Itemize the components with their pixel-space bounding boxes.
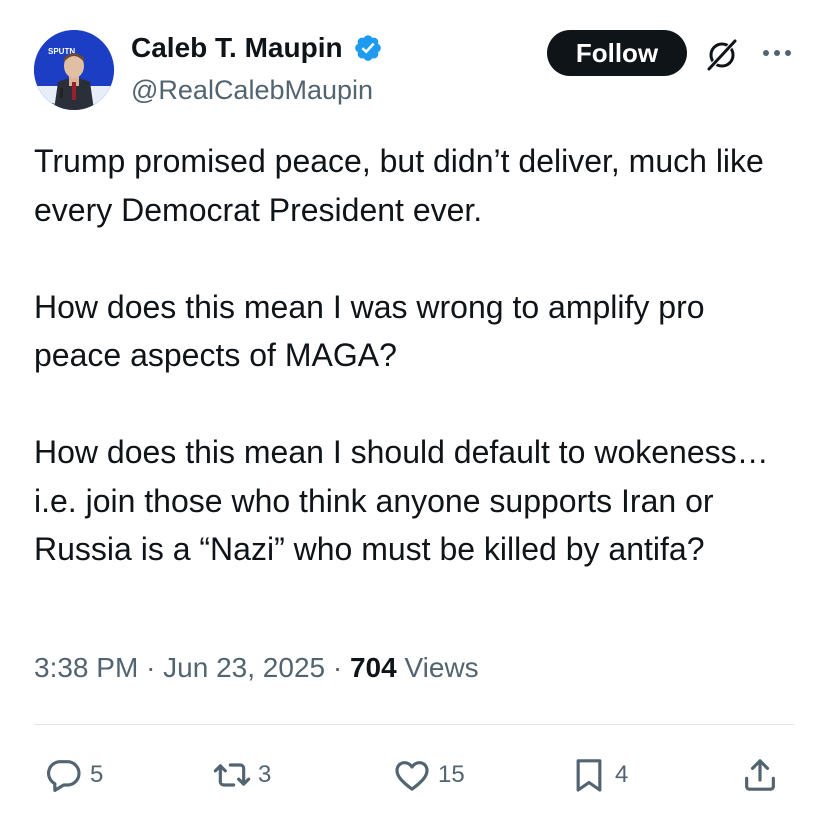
repost-button[interactable]: 3: [212, 748, 271, 802]
repost-icon: [213, 763, 251, 787]
views-label: Views: [404, 652, 479, 683]
bookmark-button[interactable]: 4: [569, 748, 628, 802]
views-count: 704: [349, 652, 397, 683]
author-names: Caleb T. Maupin @RealCalebMaupin: [131, 30, 383, 108]
tweet-time[interactable]: 3:38 PM: [34, 652, 138, 683]
follow-button[interactable]: Follow: [547, 30, 687, 76]
meta-separator: ·: [332, 652, 343, 683]
tweet-header: SPUTN Maupin Caleb T. Maupin @RealCalebM…: [34, 28, 794, 110]
repost-count: 3: [258, 761, 272, 788]
verified-badge-icon[interactable]: [353, 33, 383, 63]
tweet-text: Trump promised peace, but didn’t deliver…: [34, 137, 794, 574]
grok-icon[interactable]: [704, 37, 740, 73]
meta-separator: ·: [146, 652, 156, 683]
tweet-paragraph: Trump promised peace, but didn’t deliver…: [34, 143, 764, 228]
bookmark-icon: [576, 759, 602, 792]
share-icon: [745, 759, 775, 791]
like-button[interactable]: 15: [392, 748, 465, 802]
tweet-paragraph: How does this mean I should default to w…: [34, 434, 769, 567]
share-button[interactable]: [740, 748, 780, 802]
like-count: 15: [438, 761, 465, 788]
avatar[interactable]: SPUTN Maupin: [34, 30, 114, 110]
tweet-paragraph: How does this mean I was wrong to amplif…: [34, 288, 705, 374]
avatar-caption-text: Maupin: [42, 102, 59, 108]
tweet-date[interactable]: Jun 23, 2025: [163, 652, 325, 683]
action-bar: 5 3 15 4: [34, 748, 794, 802]
reply-count: 5: [90, 761, 104, 788]
avatar-image: SPUTN Maupin: [34, 30, 114, 110]
bookmark-count: 4: [615, 761, 629, 788]
like-icon: [395, 761, 429, 791]
reply-icon: [46, 760, 81, 792]
divider: [34, 724, 794, 725]
more-icon[interactable]: [759, 38, 795, 68]
author-handle[interactable]: @RealCalebMaupin: [131, 72, 383, 108]
tweet-meta: 3:38 PM · Jun 23, 2025 · 704 Views: [34, 648, 479, 688]
display-name[interactable]: Caleb T. Maupin: [131, 30, 343, 66]
reply-button[interactable]: 5: [44, 748, 103, 802]
